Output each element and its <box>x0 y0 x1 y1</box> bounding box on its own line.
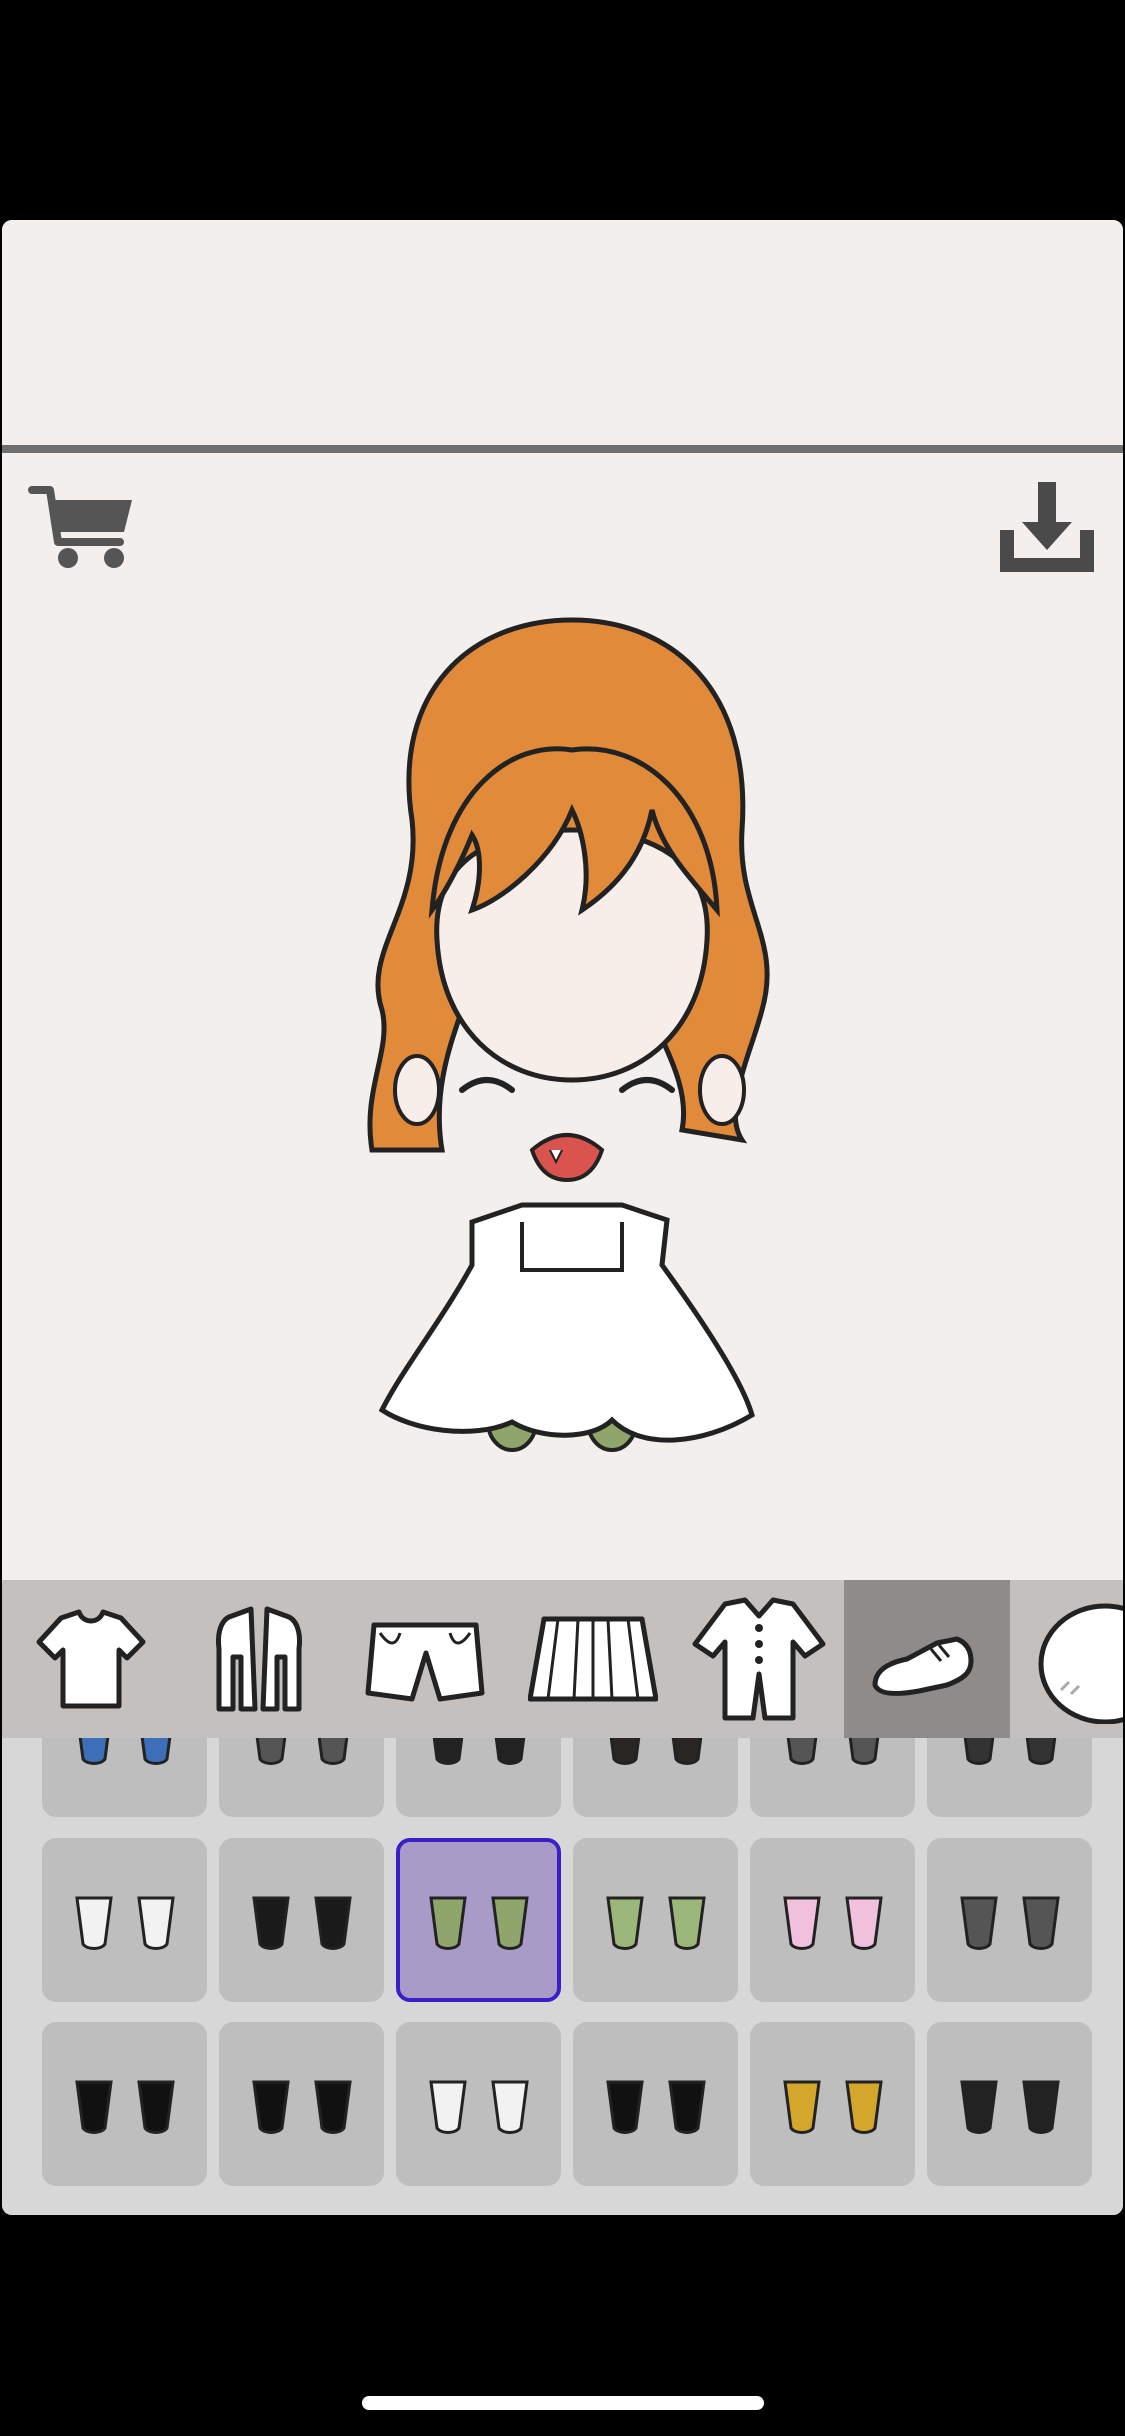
onesie-icon <box>692 1597 826 1721</box>
stocking-icon <box>959 2080 1060 2134</box>
stocking-icon <box>74 1896 175 1950</box>
stocking-item[interactable] <box>396 1838 561 2002</box>
stocking-item[interactable] <box>42 2022 207 2186</box>
app-panel <box>2 220 1123 2215</box>
stocking-icon <box>78 1738 171 1765</box>
stocking-item[interactable] <box>750 1838 915 2002</box>
stocking-icon <box>609 1738 702 1765</box>
stocking-icon <box>251 2080 352 2134</box>
stocking-icon <box>432 1738 525 1765</box>
stocking-icon <box>428 1896 529 1950</box>
stocking-item[interactable] <box>573 1738 738 1817</box>
stocking-item[interactable] <box>927 1838 1092 2002</box>
stocking-icon <box>255 1738 348 1765</box>
download-icon <box>1000 482 1094 572</box>
avatar-preview <box>322 610 802 1560</box>
category-bar <box>2 1580 1123 1738</box>
stocking-item[interactable] <box>750 1738 915 1817</box>
cart-icon <box>28 486 132 568</box>
stocking-icon <box>605 1896 706 1950</box>
stocking-icon <box>74 2080 175 2134</box>
category-skirts[interactable] <box>510 1580 676 1738</box>
stocking-item[interactable] <box>573 1838 738 2002</box>
stocking-item[interactable] <box>219 1838 384 2002</box>
shorts-icon <box>365 1622 485 1702</box>
category-tops[interactable] <box>8 1580 174 1738</box>
stocking-item[interactable] <box>573 2022 738 2186</box>
stocking-item[interactable] <box>927 2022 1092 2186</box>
stocking-item[interactable] <box>219 2022 384 2186</box>
stocking-item[interactable] <box>219 1738 384 1817</box>
skirt-icon <box>528 1616 658 1702</box>
stocking-item[interactable] <box>927 1738 1092 1817</box>
cart-button[interactable] <box>28 472 138 582</box>
stocking-item[interactable] <box>42 1838 207 2002</box>
tshirt-icon <box>36 1609 146 1709</box>
category-shorts[interactable] <box>342 1580 508 1738</box>
download-button[interactable] <box>992 472 1102 582</box>
stocking-item[interactable] <box>42 1738 207 1817</box>
category-head[interactable] <box>1012 1580 1123 1738</box>
stocking-icon <box>782 1896 883 1950</box>
stocking-icon <box>963 1738 1056 1765</box>
stocking-icon <box>782 2080 883 2134</box>
divider <box>2 445 1123 453</box>
home-indicator <box>362 2396 764 2410</box>
category-shoes[interactable] <box>844 1580 1010 1738</box>
stocking-icon <box>786 1738 879 1765</box>
top-banner <box>2 220 1123 445</box>
shoe-icon <box>872 1636 974 1696</box>
category-onesie[interactable] <box>676 1580 842 1738</box>
stocking-item[interactable] <box>750 2022 915 2186</box>
category-outerwear[interactable] <box>176 1580 342 1738</box>
item-grid <box>2 1738 1123 2215</box>
stocking-icon <box>428 2080 529 2134</box>
stocking-item[interactable] <box>396 1738 561 1817</box>
stocking-icon <box>251 1896 352 1950</box>
stocking-item[interactable] <box>396 2022 561 2186</box>
stocking-icon <box>959 1896 1060 1950</box>
stocking-icon <box>605 2080 706 2134</box>
head-icon <box>1038 1603 1123 1724</box>
jacket-icon <box>216 1606 302 1712</box>
